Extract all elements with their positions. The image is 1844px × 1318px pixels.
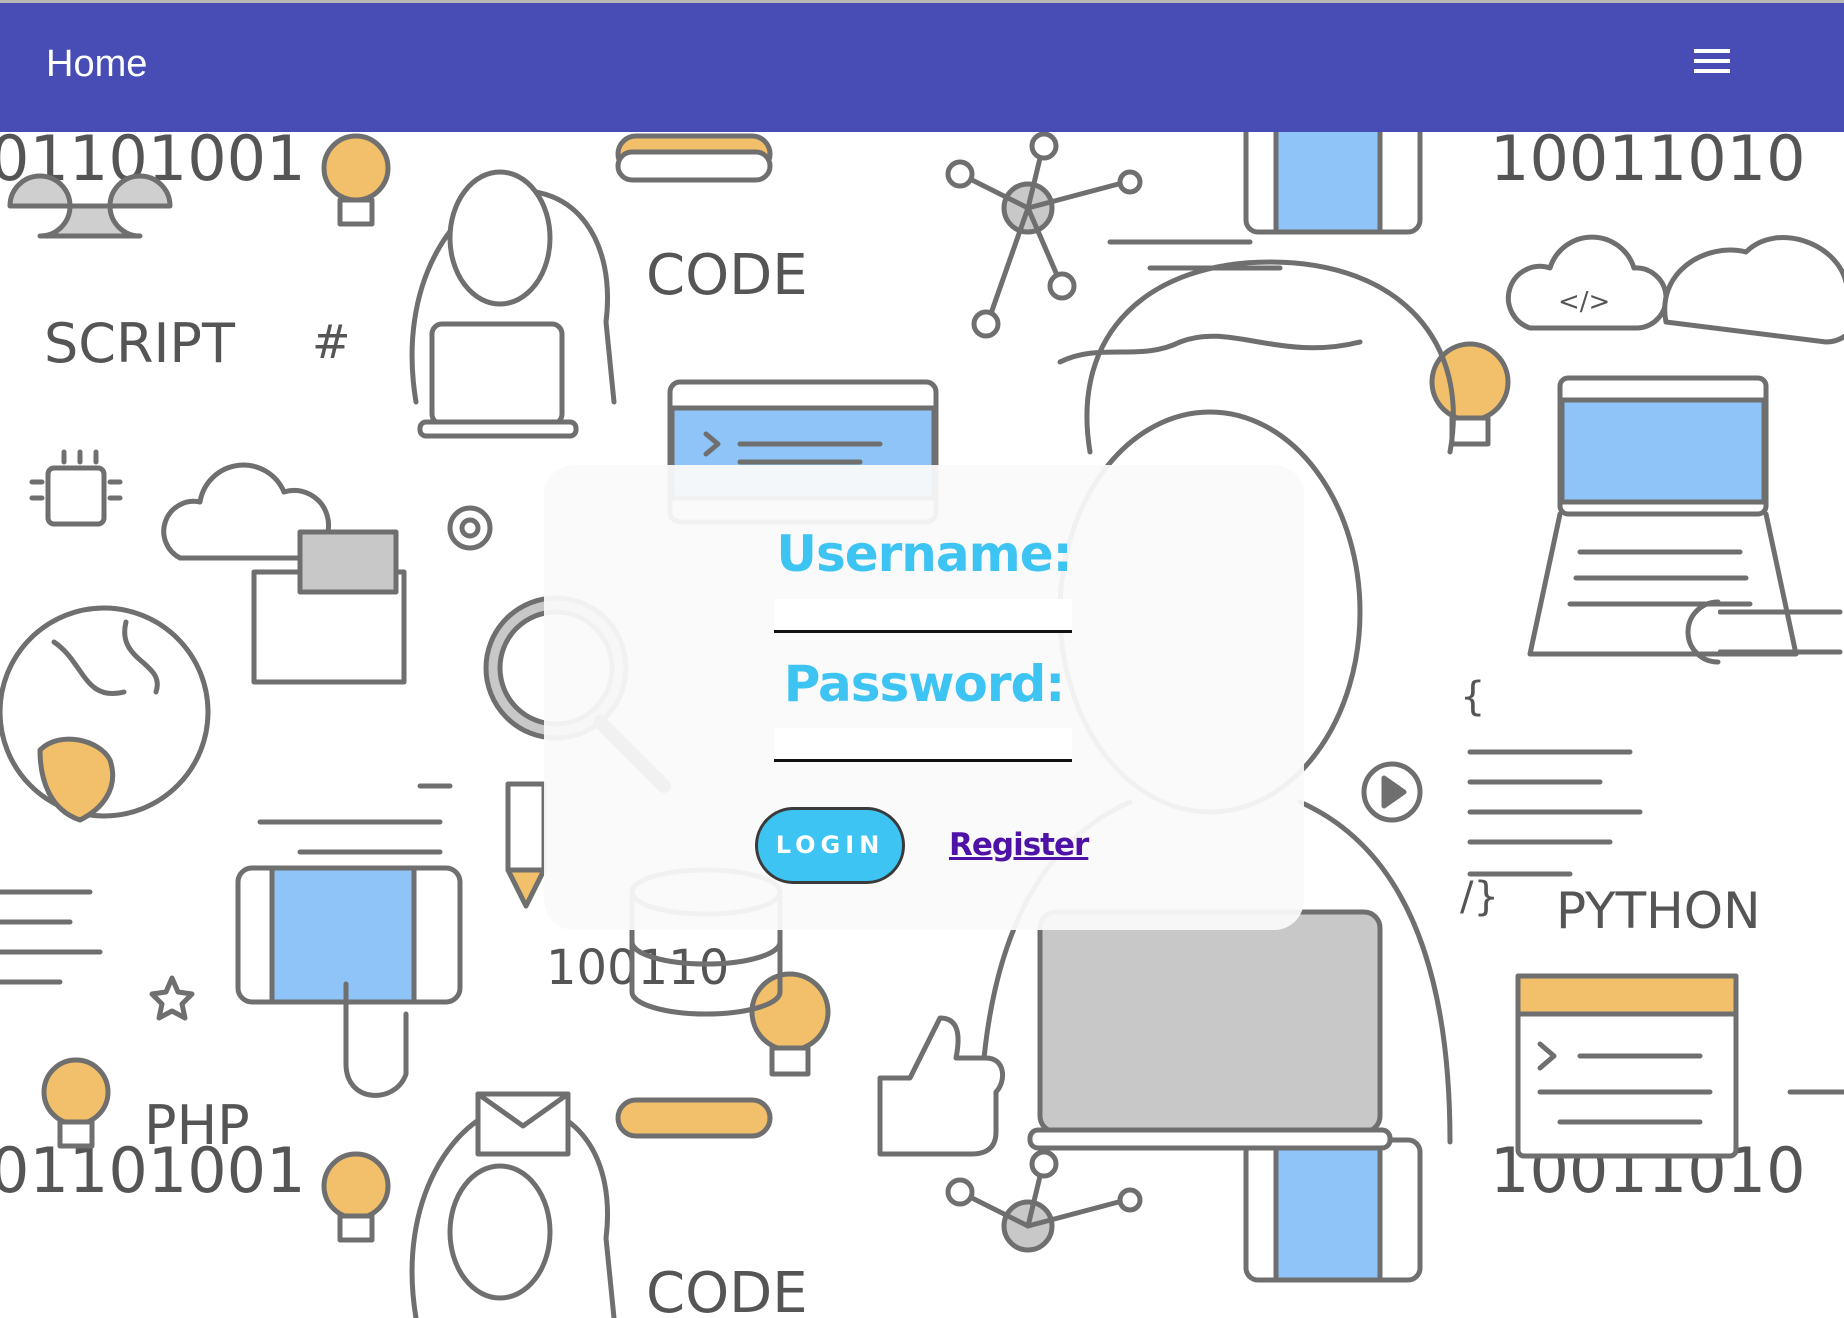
- top-navbar: Home: [0, 3, 1844, 132]
- home-link[interactable]: Home: [46, 43, 147, 86]
- lightbulb-icon: [749, 971, 831, 1077]
- lightbulb-icon: [321, 133, 391, 227]
- open-brace-symbol: {: [1460, 674, 1485, 720]
- login-button[interactable]: LOGIN: [755, 807, 905, 884]
- binary-text-top-right: 10011010: [1490, 132, 1806, 195]
- cloud-folder-icon: [161, 462, 407, 685]
- brace-symbol: /}: [1460, 874, 1499, 920]
- script-text: SCRIPT: [44, 312, 236, 375]
- envelope-icon: [475, 1091, 571, 1157]
- brain-icon: [1662, 235, 1844, 345]
- php-text: PHP: [144, 1094, 250, 1157]
- gear-icon: [447, 505, 493, 551]
- woman-with-laptop-icon: [409, 169, 617, 439]
- network-nodes-icon: [945, 132, 1143, 339]
- tablet-hand-icon: [235, 865, 463, 1098]
- username-input[interactable]: [774, 599, 1072, 633]
- pencil-icon: [505, 781, 547, 909]
- cloud-code-icon: </>: [1505, 234, 1669, 331]
- lightbulb-icon: [321, 1151, 391, 1243]
- python-text: PYTHON: [1556, 882, 1761, 940]
- password-label: Password:: [783, 655, 1066, 713]
- network-nodes-icon: [945, 1149, 1143, 1253]
- phone-icon: [1243, 1137, 1423, 1283]
- globe-icon: [0, 605, 211, 823]
- code-text-bottom: CODE: [646, 1261, 808, 1318]
- hash-symbol: #: [312, 315, 351, 369]
- login-card: Username: Password: LOGIN Register: [544, 465, 1304, 930]
- code-tag-symbol: </>: [1558, 287, 1610, 317]
- code-window-icon: [1515, 973, 1739, 1159]
- star-icon: [149, 975, 195, 1021]
- code-text: CODE: [646, 243, 808, 308]
- database-icon: [615, 133, 773, 183]
- chip-icon: [29, 449, 123, 527]
- phone-icon: [1243, 132, 1423, 235]
- play-button-icon: [1361, 761, 1423, 823]
- username-label: Username:: [776, 525, 1072, 583]
- register-link[interactable]: Register: [949, 827, 1089, 863]
- hamburger-menu-icon[interactable]: [1694, 49, 1746, 89]
- password-input[interactable]: [774, 728, 1072, 762]
